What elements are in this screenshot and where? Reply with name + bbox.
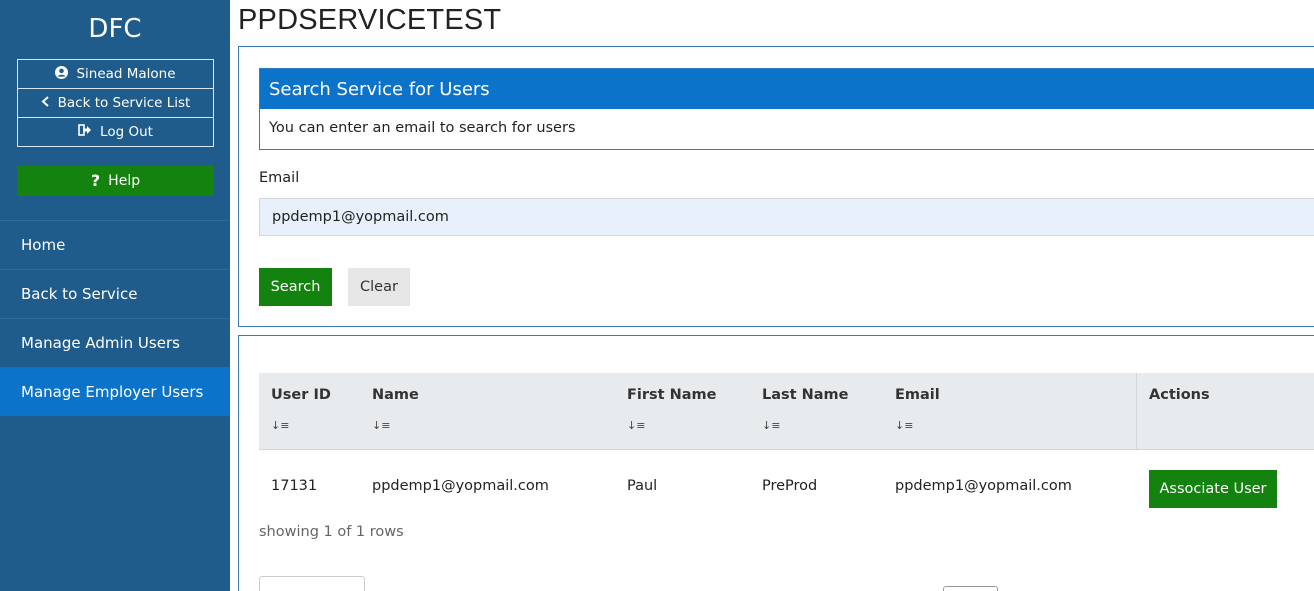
cell-last-name: PreProd: [762, 478, 818, 494]
pagination-control[interactable]: [259, 576, 365, 591]
user-box: Sinead Malone Back to Service List Log O…: [17, 59, 214, 147]
sidebar-item-home[interactable]: Home: [0, 220, 230, 269]
sort-icon[interactable]: ↓≡: [627, 419, 645, 432]
back-to-service-list-button[interactable]: Back to Service List: [17, 88, 214, 118]
search-header-title: Search Service for Users: [260, 69, 1314, 109]
column-header-email[interactable]: Email: [895, 387, 940, 403]
sidebar: DFC Sinead Malone Back to Service List L…: [0, 0, 230, 591]
user-name-label: Sinead Malone: [76, 66, 176, 82]
sign-out-icon: [78, 124, 92, 140]
sort-icon[interactable]: ↓≡: [762, 419, 780, 432]
column-divider: [1136, 373, 1137, 450]
search-header-box: Search Service for Users You can enter a…: [259, 68, 1314, 150]
brand-title: DFC: [88, 14, 142, 44]
question-icon: ?: [90, 171, 101, 190]
column-header-user-id[interactable]: User ID: [271, 387, 331, 403]
sort-icon[interactable]: ↓≡: [271, 419, 289, 432]
help-button[interactable]: ? Help: [17, 165, 214, 196]
column-header-name[interactable]: Name: [372, 387, 419, 403]
clear-button[interactable]: Clear: [348, 268, 410, 306]
back-to-service-list-label: Back to Service List: [57, 95, 191, 111]
page-title: PPDSERVICETEST: [238, 4, 502, 36]
search-panel: Search Service for Users You can enter a…: [238, 46, 1314, 327]
sidebar-item-manage-employer-users[interactable]: Manage Employer Users: [0, 367, 230, 416]
log-out-label: Log Out: [100, 124, 153, 140]
associate-user-button[interactable]: Associate User: [1149, 470, 1277, 508]
column-header-actions: Actions: [1149, 387, 1210, 403]
sidebar-item-back-to-service[interactable]: Back to Service: [0, 269, 230, 318]
results-panel: User ID Name First Name Last Name Email …: [238, 335, 1314, 591]
sort-icon[interactable]: ↓≡: [895, 419, 913, 432]
cell-name: ppdemp1@yopmail.com: [372, 478, 549, 494]
cell-email: ppdemp1@yopmail.com: [895, 478, 1072, 494]
table-header: User ID Name First Name Last Name Email …: [259, 373, 1314, 450]
search-header-description: You can enter an email to search for use…: [269, 120, 576, 136]
user-name-button[interactable]: Sinead Malone: [17, 59, 214, 89]
chevron-left-icon: [41, 95, 50, 111]
page-size-select[interactable]: [943, 586, 998, 591]
cell-user-id: 17131: [271, 478, 318, 494]
rows-count-text: showing 1 of 1 rows: [259, 524, 404, 540]
sort-icon[interactable]: ↓≡: [372, 419, 390, 432]
log-out-button[interactable]: Log Out: [17, 117, 214, 147]
help-label: Help: [108, 172, 141, 189]
column-header-last-name[interactable]: Last Name: [762, 387, 849, 403]
email-input[interactable]: [259, 198, 1314, 236]
search-button[interactable]: Search: [259, 268, 332, 306]
sidebar-nav: Home Back to Service Manage Admin Users …: [0, 220, 230, 416]
user-circle-icon: [55, 65, 69, 83]
cell-first-name: Paul: [627, 478, 658, 494]
email-label: Email: [259, 170, 300, 186]
column-header-first-name[interactable]: First Name: [627, 387, 717, 403]
sidebar-item-manage-admin-users[interactable]: Manage Admin Users: [0, 318, 230, 367]
